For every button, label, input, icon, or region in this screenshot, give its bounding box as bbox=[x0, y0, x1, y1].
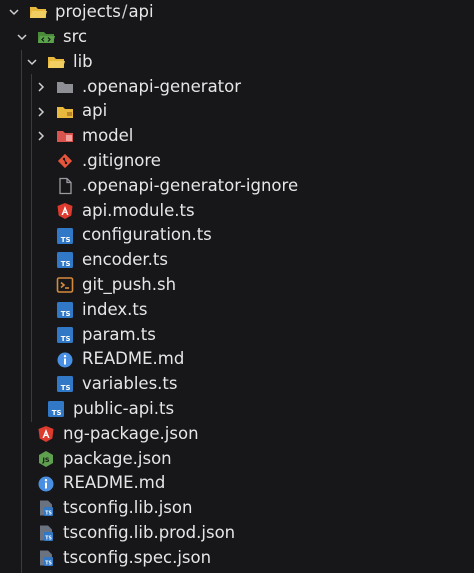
chevron-down-icon[interactable] bbox=[16, 31, 28, 43]
chevron-right-icon[interactable] bbox=[35, 81, 47, 93]
tree-item-encoder-ts[interactable]: TS encoder.ts bbox=[0, 248, 474, 273]
tree-item-configuration-ts[interactable]: TS configuration.ts bbox=[0, 223, 474, 248]
root-path-part-1: projects bbox=[55, 2, 121, 22]
git-icon bbox=[56, 152, 74, 170]
tree-item-label: README.md bbox=[82, 349, 185, 369]
typescript-icon: TS bbox=[56, 301, 74, 319]
info-icon bbox=[37, 475, 55, 493]
tree-item-label: .openapi-generator bbox=[82, 76, 242, 96]
tree-item-lib-readme[interactable]: README.md bbox=[0, 347, 474, 372]
tree-item-tsconfig-lib-json[interactable]: TS tsconfig.lib.json bbox=[0, 496, 474, 521]
tsconfig-icon: TS bbox=[37, 499, 55, 517]
tree-item-label: git_push.sh bbox=[82, 274, 177, 294]
chevron-down-icon[interactable] bbox=[26, 56, 38, 68]
folder-grey-icon bbox=[56, 78, 74, 96]
file-explorer-tree: projects/api src lib .openapi-generator bbox=[0, 0, 474, 573]
folder-open-icon bbox=[29, 3, 47, 21]
chevron-right-icon[interactable] bbox=[35, 130, 47, 142]
tsconfig-icon: TS bbox=[37, 524, 55, 542]
tree-item-label: api.module.ts bbox=[82, 200, 195, 220]
tree-item-variables-ts[interactable]: TS variables.ts bbox=[0, 372, 474, 397]
folder-red-icon bbox=[56, 127, 74, 145]
tree-item-projects-api[interactable]: projects/api bbox=[0, 0, 474, 25]
tree-item-tsconfig-lib-prod-json[interactable]: TS tsconfig.lib.prod.json bbox=[0, 521, 474, 546]
typescript-icon: TS bbox=[56, 251, 74, 269]
tree-item-api-folder[interactable]: api bbox=[0, 99, 474, 124]
tree-item-label: .gitignore bbox=[82, 150, 161, 170]
tree-item-label: ng-package.json bbox=[63, 423, 199, 443]
svg-text:TS: TS bbox=[45, 511, 52, 517]
tree-item-label: public-api.ts bbox=[73, 398, 175, 418]
chevron-down-icon[interactable] bbox=[8, 6, 20, 18]
folder-yellow-icon bbox=[56, 103, 74, 121]
svg-text:TS: TS bbox=[61, 260, 71, 268]
tree-item-label: .openapi-generator-ignore bbox=[82, 175, 299, 195]
svg-text:TS: TS bbox=[45, 536, 52, 542]
typescript-icon: TS bbox=[56, 227, 74, 245]
svg-text:JS: JS bbox=[41, 456, 49, 464]
tree-item-label: encoder.ts bbox=[82, 250, 168, 270]
root-path-part-2: api bbox=[128, 2, 154, 22]
folder-open-icon bbox=[47, 53, 65, 71]
tree-item-openapi-generator-folder[interactable]: .openapi-generator bbox=[0, 74, 474, 99]
tree-item-label: variables.ts bbox=[82, 374, 178, 394]
tree-item-label: index.ts bbox=[82, 299, 148, 319]
svg-text:TS: TS bbox=[61, 335, 71, 343]
tree-item-lib[interactable]: lib bbox=[0, 50, 474, 75]
tree-item-public-api-ts[interactable]: TS public-api.ts bbox=[0, 397, 474, 422]
svg-text:TS: TS bbox=[52, 409, 62, 417]
tree-item-index-ts[interactable]: TS index.ts bbox=[0, 298, 474, 323]
typescript-icon: TS bbox=[56, 326, 74, 344]
tree-item-git-push-sh[interactable]: git_push.sh bbox=[0, 273, 474, 298]
tree-item-label: api bbox=[82, 101, 108, 121]
tree-item-gitignore[interactable]: .gitignore bbox=[0, 149, 474, 174]
angular-icon bbox=[37, 425, 55, 443]
angular-icon bbox=[56, 202, 74, 220]
tree-item-label: src bbox=[63, 26, 88, 46]
nodejs-icon: JS bbox=[37, 450, 55, 468]
tree-item-label: param.ts bbox=[82, 324, 156, 344]
svg-text:TS: TS bbox=[61, 310, 71, 318]
tree-item-label: lib bbox=[73, 51, 93, 71]
tsconfig-icon: TS bbox=[37, 549, 55, 567]
info-icon bbox=[56, 351, 74, 369]
tree-item-label: tsconfig.lib.json bbox=[63, 498, 193, 518]
tree-item-package-json[interactable]: JS package.json bbox=[0, 446, 474, 471]
file-icon bbox=[56, 177, 74, 195]
tree-item-src[interactable]: src bbox=[0, 25, 474, 50]
tree-item-label: README.md bbox=[63, 473, 166, 493]
tree-item-openapi-generator-ignore[interactable]: .openapi-generator-ignore bbox=[0, 174, 474, 199]
svg-text:TS: TS bbox=[61, 236, 71, 244]
shell-icon bbox=[56, 276, 74, 294]
tree-item-label: configuration.ts bbox=[82, 225, 212, 245]
tree-item-label: tsconfig.lib.prod.json bbox=[63, 522, 236, 542]
tree-item-label: tsconfig.spec.json bbox=[63, 547, 212, 567]
typescript-icon: TS bbox=[47, 400, 65, 418]
tree-item-tsconfig-spec-json[interactable]: TS tsconfig.spec.json bbox=[0, 546, 474, 571]
typescript-icon: TS bbox=[56, 375, 74, 393]
tree-item-readme[interactable]: README.md bbox=[0, 471, 474, 496]
svg-text:TS: TS bbox=[61, 384, 71, 392]
chevron-right-icon[interactable] bbox=[35, 106, 47, 118]
tree-item-ng-package-json[interactable]: ng-package.json bbox=[0, 422, 474, 447]
tree-item-label: model bbox=[82, 126, 134, 146]
svg-text:TS: TS bbox=[45, 560, 52, 566]
tree-item-label: package.json bbox=[63, 448, 172, 468]
src-folder-open-icon bbox=[37, 28, 55, 46]
tree-item-param-ts[interactable]: TS param.ts bbox=[0, 322, 474, 347]
tree-item-model-folder[interactable]: model bbox=[0, 124, 474, 149]
tree-item-api-module[interactable]: api.module.ts bbox=[0, 198, 474, 223]
root-path-separator: / bbox=[121, 2, 128, 22]
